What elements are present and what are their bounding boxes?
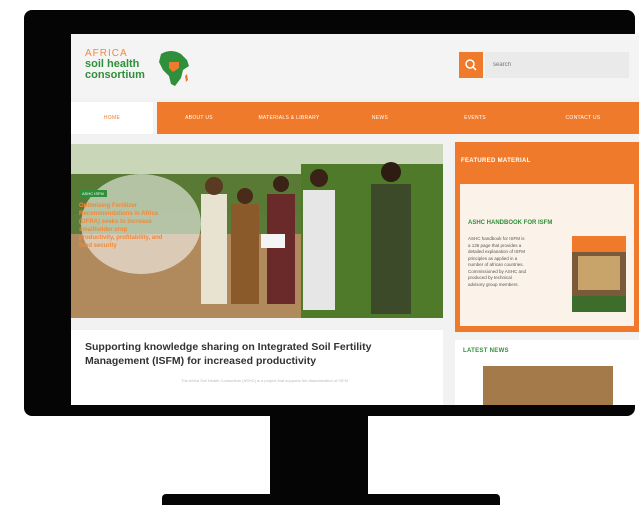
hero-caption-line: (OFRA) seeks to increase (79, 219, 152, 225)
handbook-cover-image[interactable] (572, 236, 626, 312)
featured-card-title[interactable]: ASHC HANDBOOK FOR ISFM (468, 220, 552, 226)
featured-card-description: ASHC handbook for ISFM is a 136 page tha… (468, 236, 568, 288)
cover-band-top (572, 236, 626, 252)
search-input[interactable] (485, 52, 629, 78)
hero-caption-line: smallholder crop (79, 227, 128, 233)
hero-caption: Optimising Fertilizer Recommendations in… (79, 202, 199, 250)
hero-slider[interactable]: ASHC ISFM Optimising Fertilizer Recommen… (71, 144, 443, 318)
site-logo[interactable]: AFRICA soil health consortium (85, 48, 195, 92)
main-nav: HOME ABOUT US MATERIALS & LIBRARY NEWS E… (71, 102, 639, 134)
featured-title: FEATURED MATERIAL (461, 158, 531, 164)
logo-line-consortium: consortium (85, 69, 145, 81)
latest-news-panel: LATEST NEWS (455, 340, 639, 405)
hero-caption-line: food security (79, 243, 117, 249)
intro-section: Supporting knowledge sharing on Integrat… (71, 330, 443, 405)
intro-heading: Supporting knowledge sharing on Integrat… (85, 340, 433, 368)
hero-caption-line: Optimising Fertilizer (79, 203, 138, 209)
search-icon (465, 59, 477, 71)
hero-badge: ASHC ISFM (79, 190, 107, 197)
site-header: AFRICA soil health consortium (71, 34, 639, 98)
monitor-stand-neck (270, 416, 368, 496)
intro-heading-line: Supporting knowledge sharing on Integrat… (85, 341, 372, 353)
cover-band-bottom (572, 296, 626, 312)
monitor-stand-base (162, 494, 500, 505)
nav-item-news[interactable]: NEWS (337, 102, 423, 134)
search-button[interactable] (459, 52, 483, 78)
latest-news-thumbnail[interactable] (483, 366, 613, 405)
latest-news-title: LATEST NEWS (463, 348, 509, 354)
logo-text: AFRICA soil health consortium (85, 48, 145, 81)
monitor-bezel: AFRICA soil health consortium search HOM… (24, 10, 639, 416)
nav-item-home[interactable]: HOME (71, 102, 153, 134)
nav-item-about-us[interactable]: ABOUT US (157, 102, 241, 134)
intro-heading-line: Management (ISFM) for increased producti… (85, 355, 317, 367)
featured-card[interactable]: ASHC HANDBOOK FOR ISFM ASHC handbook for… (460, 184, 634, 326)
website-screen: AFRICA soil health consortium search HOM… (71, 34, 639, 405)
hero-caption-line: productivity, profitability, and (79, 235, 163, 241)
search-bar (459, 52, 629, 78)
nav-item-events[interactable]: EVENTS (423, 102, 527, 134)
description-line: advisory group members. (468, 281, 519, 287)
nav-item-contact-us[interactable]: CONTACT US (527, 102, 639, 134)
intro-subtext: The Africa Soil Health Consortium (ASHC)… (181, 378, 348, 383)
cover-photo (578, 256, 620, 290)
nav-item-materials-library[interactable]: MATERIALS & LIBRARY (241, 102, 337, 134)
africa-map-icon (159, 51, 189, 86)
hero-caption-line: Recommendations in Africa (79, 211, 159, 217)
featured-material-panel: FEATURED MATERIAL ASHC HANDBOOK FOR ISFM… (455, 142, 639, 332)
